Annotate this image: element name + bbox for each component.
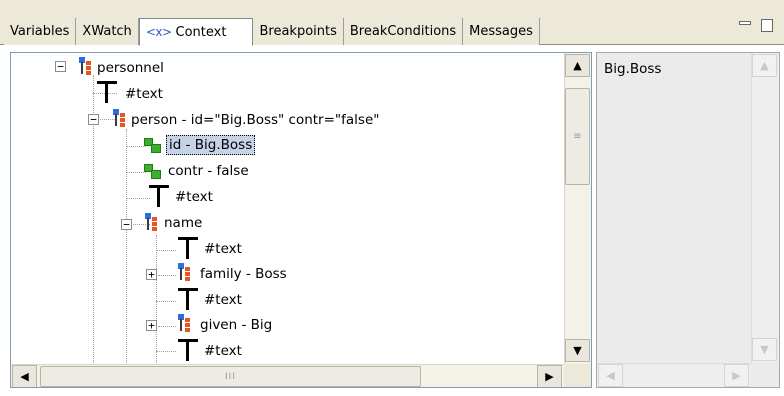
tree-line	[126, 172, 146, 173]
scroll-corner	[751, 363, 779, 387]
node-value-text[interactable]: Big.Boss	[604, 61, 661, 77]
attribute-icon	[144, 164, 162, 180]
tree-line	[156, 351, 176, 352]
tree-horizontal-scrollbar[interactable]: ◀ III ▶	[11, 364, 564, 387]
element-icon	[141, 213, 159, 233]
context-icon: <x>	[145, 25, 172, 39]
element-icon	[174, 263, 192, 283]
scroll-up-icon[interactable]: ▲	[752, 54, 777, 77]
tab-breakconditions[interactable]: BreakConditions	[343, 18, 464, 45]
collapse-toggle[interactable]: −	[121, 219, 132, 230]
context-tree: − personnel #text − person - id="Big.Bos…	[11, 53, 564, 364]
tab-label: Messages	[469, 24, 533, 39]
tree-line	[93, 75, 94, 93]
element-icon	[75, 57, 93, 77]
attribute-icon	[144, 138, 162, 154]
text-node-icon	[177, 339, 199, 363]
tab-label: Context	[175, 24, 227, 40]
expand-toggle[interactable]: +	[146, 320, 157, 331]
tree-node-label[interactable]: name	[162, 214, 204, 232]
collapse-toggle[interactable]: −	[88, 114, 99, 125]
tree-line	[156, 235, 157, 363]
tab-breakpoints[interactable]: Breakpoints	[253, 18, 344, 45]
scroll-left-icon[interactable]: ◀	[598, 364, 623, 387]
scroll-down-icon[interactable]: ▼	[565, 339, 590, 362]
tree-node-label[interactable]: personnel	[95, 59, 166, 77]
tree-node-label[interactable]: #text	[202, 240, 244, 258]
tree-node-label[interactable]: family - Boss	[198, 265, 289, 283]
tree-node-label[interactable]: #text	[123, 85, 165, 103]
tree-line	[126, 146, 146, 147]
tab-label: XWatch	[82, 24, 132, 39]
tree-node-label[interactable]: given - Big	[198, 316, 274, 334]
maximize-icon[interactable]	[760, 18, 773, 32]
value-panel: Big.Boss ▲ ▼ ◀ ▶	[596, 52, 780, 388]
tree-line	[126, 129, 127, 363]
scroll-up-icon[interactable]: ▲	[565, 54, 590, 77]
tab-xwatch[interactable]: XWatch	[76, 18, 139, 45]
value-horizontal-scrollbar[interactable]: ◀ ▶	[597, 363, 751, 387]
scroll-right-icon[interactable]: ▶	[724, 364, 749, 387]
expand-toggle[interactable]: +	[146, 269, 157, 280]
vertical-scroll-thumb[interactable]: ≡	[565, 88, 590, 185]
tab-label: Breakpoints	[259, 24, 337, 39]
element-icon	[174, 314, 192, 334]
minimize-icon[interactable]	[738, 18, 751, 32]
tree-node-label-selected[interactable]: id - Big.Boss	[166, 135, 256, 155]
tree-vertical-scrollbar[interactable]: ▲ ≡ ▼	[564, 53, 591, 364]
tab-messages[interactable]: Messages	[463, 18, 540, 45]
tree-line	[156, 301, 176, 302]
scroll-corner	[564, 364, 591, 387]
collapse-toggle[interactable]: −	[55, 61, 66, 72]
tab-context[interactable]: <x> Context	[138, 18, 254, 46]
tree-line	[93, 93, 94, 363]
tree-node-label[interactable]: #text	[173, 188, 215, 206]
text-node-icon	[177, 288, 199, 312]
scroll-right-icon[interactable]: ▶	[537, 365, 562, 387]
tree-node-label[interactable]: contr - false	[166, 162, 251, 180]
element-icon	[109, 109, 127, 129]
tab-label: Variables	[10, 24, 70, 39]
context-tree-panel: − personnel #text − person - id="Big.Bos…	[10, 52, 592, 388]
tree-node-label[interactable]: person - id="Big.Boss" contr="false"	[129, 111, 381, 129]
text-node-icon	[148, 185, 170, 209]
tab-strip: Variables XWatch <x> Context Breakpoints…	[4, 18, 540, 46]
view-tab-bar: Variables XWatch <x> Context Breakpoints…	[0, 0, 784, 46]
tree-line	[126, 198, 150, 199]
scroll-left-icon[interactable]: ◀	[12, 365, 37, 387]
value-vertical-scrollbar[interactable]: ▲ ▼	[751, 53, 779, 363]
tree-node-label[interactable]: #text	[202, 291, 244, 309]
tab-label: BreakConditions	[349, 24, 457, 39]
text-node-icon	[177, 237, 199, 261]
tree-line	[156, 250, 176, 251]
grip-icon: ≡	[573, 131, 582, 142]
tab-variables[interactable]: Variables	[4, 18, 77, 45]
text-node-icon	[96, 81, 118, 105]
tree-node-label[interactable]: #text	[202, 342, 244, 360]
scroll-down-icon[interactable]: ▼	[752, 338, 777, 361]
horizontal-scroll-thumb[interactable]: III	[40, 366, 421, 387]
grip-icon: III	[225, 371, 236, 382]
